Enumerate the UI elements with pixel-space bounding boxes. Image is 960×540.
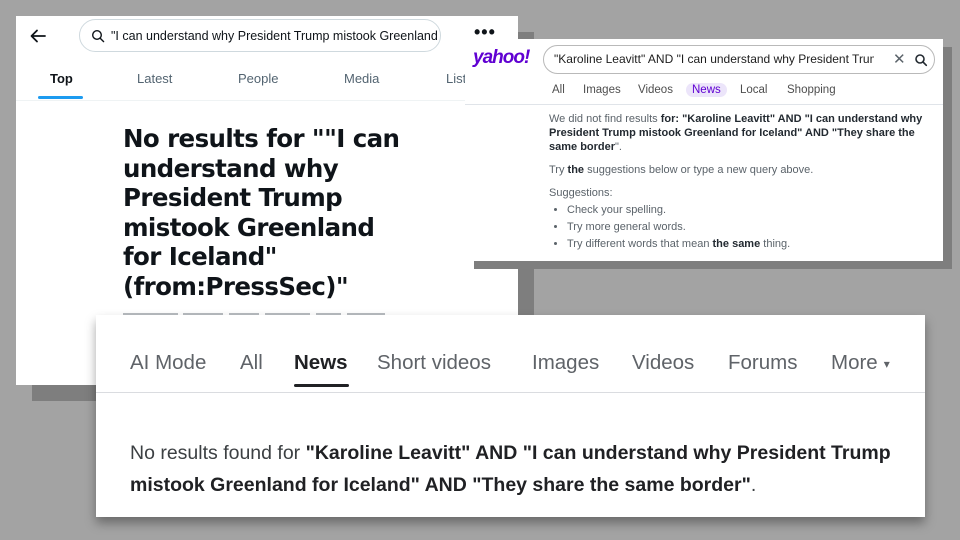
yahoo-no-results: We did not find results for: "Karoline L… [549, 112, 934, 254]
active-tab-indicator [38, 96, 83, 99]
tab-videos[interactable]: Videos [638, 84, 673, 96]
message-suffix: . [750, 474, 757, 496]
tab-media[interactable]: Media [344, 71, 379, 86]
no-results-message: We did not find results for: "Karoline L… [549, 112, 934, 154]
x-search-tabs: Top Latest People Media Lists [16, 58, 518, 101]
more-label: More [831, 351, 878, 374]
tab-latest[interactable]: Latest [137, 71, 172, 86]
suggestions-list: Check your spelling. Try more general wo… [549, 203, 934, 251]
yahoo-logo[interactable]: yahoo! [473, 47, 530, 69]
x-search-box[interactable] [79, 19, 441, 52]
try-text: Try [549, 164, 568, 176]
message-suffix: ". [615, 141, 622, 153]
suggestion-bold: the same [712, 238, 761, 250]
tab-top[interactable]: Top [50, 71, 73, 86]
tab-all[interactable]: All [240, 351, 263, 375]
tab-images[interactable]: Images [532, 351, 599, 375]
search-icon [91, 29, 105, 42]
try-suffix: suggestions below or type a new query ab… [584, 164, 814, 176]
message-for: for: [660, 113, 683, 125]
no-results-heading: No results for ""I can understand why Pr… [123, 124, 400, 301]
tab-more[interactable]: More ▾ [831, 351, 890, 375]
tab-videos[interactable]: Videos [632, 351, 694, 375]
back-arrow-icon[interactable] [28, 26, 48, 46]
suggestion-suffix: thing. [760, 238, 791, 250]
tab-all[interactable]: All [552, 84, 565, 96]
message-text: No results found for [130, 442, 306, 464]
try-hint: Try the suggestions below or type a new … [549, 163, 934, 177]
google-search-tabs: AI Mode All News Short videos Images Vid… [96, 315, 925, 393]
suggestion-text: Try different words that mean [567, 238, 713, 250]
yahoo-search-box[interactable]: ✕ [543, 45, 935, 74]
tab-local[interactable]: Local [740, 84, 768, 96]
tab-forums[interactable]: Forums [728, 351, 797, 375]
suggestion-item: Check your spelling. [567, 203, 934, 217]
yahoo-vertical-tabs: All Images Videos News Local Shopping [465, 81, 943, 105]
active-tab-indicator [294, 384, 349, 387]
message-text: We did not find results [549, 113, 661, 125]
tab-news[interactable]: News [686, 83, 727, 97]
yahoo-search-input[interactable] [554, 52, 874, 66]
tab-news[interactable]: News [294, 351, 348, 375]
chevron-down-icon: ▾ [883, 356, 890, 371]
tab-images[interactable]: Images [583, 84, 621, 96]
suggestion-item: Try more general words. [567, 220, 934, 234]
tab-shopping[interactable]: Shopping [787, 84, 836, 96]
google-search-panel: AI Mode All News Short videos Images Vid… [96, 315, 925, 517]
tab-short-videos[interactable]: Short videos [377, 351, 491, 375]
x-search-input[interactable] [111, 28, 440, 43]
search-icon[interactable] [914, 53, 928, 67]
tab-people[interactable]: People [238, 71, 278, 86]
no-results-message: No results found for "Karoline Leavitt" … [130, 437, 900, 501]
suggestion-item: Try different words that mean the same t… [567, 237, 934, 251]
try-bold: the [567, 164, 585, 176]
clear-icon[interactable]: ✕ [893, 50, 906, 68]
yahoo-search-panel: yahoo! ✕ All Images Videos News Local Sh… [465, 39, 943, 261]
tab-ai-mode[interactable]: AI Mode [130, 351, 206, 375]
suggestions-label: Suggestions: [549, 187, 613, 199]
